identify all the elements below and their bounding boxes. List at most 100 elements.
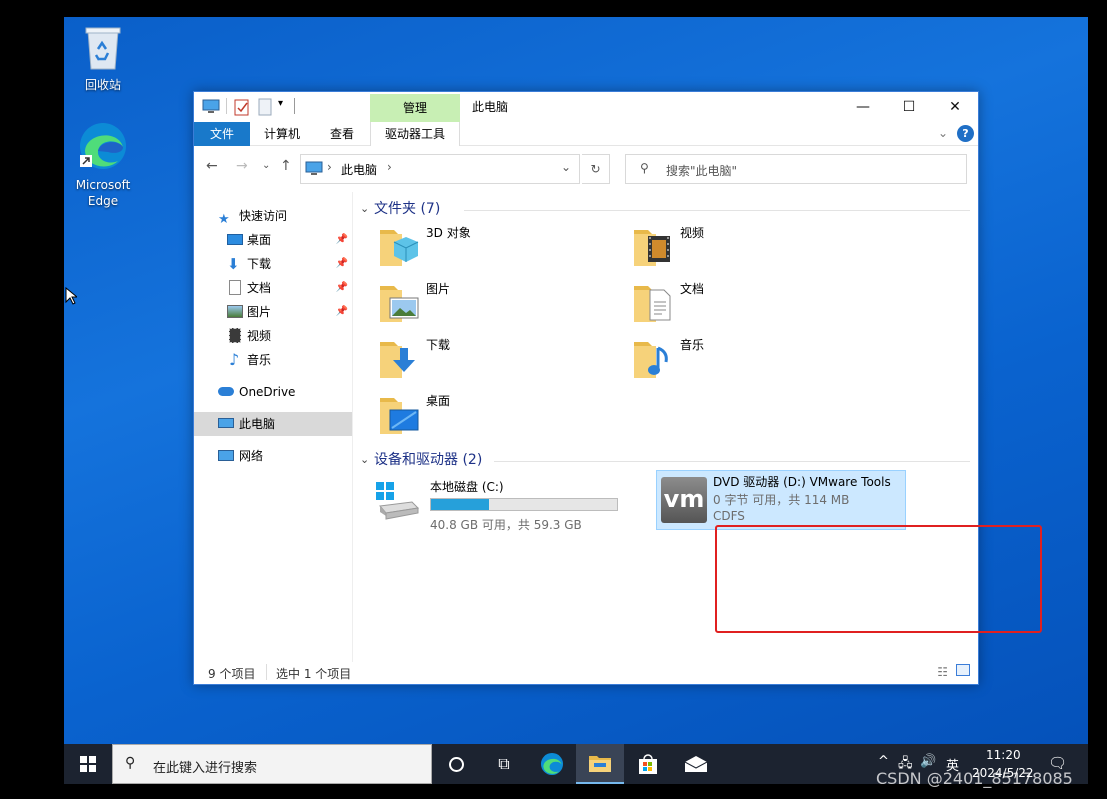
tab-file[interactable]: 文件 <box>194 122 250 146</box>
drive-c[interactable]: 本地磁盘 (C:) 40.8 GB 可用，共 59.3 GB <box>374 478 624 538</box>
store-icon <box>639 754 657 774</box>
taskbar-edge[interactable] <box>528 744 576 784</box>
cortana-circle-icon <box>448 756 464 772</box>
tray-expand-icon[interactable]: ^ <box>878 754 889 769</box>
minimize-button[interactable]: — <box>840 92 886 122</box>
pictures-icon <box>227 305 243 318</box>
tab-view[interactable]: 查看 <box>318 122 366 146</box>
nav-quick-access[interactable]: ★ 快速访问 <box>194 204 352 228</box>
taskbar-search-box[interactable]: ⚲ 在此键入进行搜索 <box>112 744 432 784</box>
close-button[interactable]: ✕ <box>932 92 978 122</box>
task-view-button[interactable]: ⧉ <box>480 744 528 784</box>
nav-item-desktop[interactable]: 桌面 📌 <box>194 228 352 252</box>
tiles-view-icon[interactable] <box>956 664 970 676</box>
pane-divider[interactable] <box>352 192 353 662</box>
selected-count: 选中 1 个项目 <box>276 667 352 681</box>
volume-icon[interactable]: 🔊 <box>920 754 936 769</box>
search-icon: ⚲ <box>125 755 136 771</box>
folder-music-icon <box>634 334 676 380</box>
nav-item-music[interactable]: ♪ 音乐 <box>194 348 352 372</box>
breadcrumb-chevron-icon[interactable]: › <box>327 160 332 174</box>
drive-d[interactable]: vm DVD 驱动器 (D:) VMware Tools 0 字节 可用，共 1… <box>656 470 906 530</box>
cloud-icon <box>218 387 234 396</box>
desktop: 回收站 Microsoft Edge ▾ 管理 此电脑 — ☐ ✕ 文件 计算机… <box>64 17 1088 784</box>
nav-network[interactable]: 网络 <box>194 444 352 468</box>
vmware-icon: vm <box>661 477 707 523</box>
folder-music[interactable]: 音乐 <box>634 334 874 384</box>
tab-drive-tools[interactable]: 驱动器工具 <box>370 122 460 146</box>
taskbar-store[interactable] <box>624 744 672 784</box>
maximize-button[interactable]: ☐ <box>886 92 932 122</box>
search-placeholder: 搜索"此电脑" <box>666 164 738 178</box>
folders-group-header[interactable]: 文件夹 (7) <box>374 199 440 219</box>
start-button[interactable] <box>64 744 112 784</box>
pin-icon: 📌 <box>335 258 348 269</box>
drive-d-name: DVD 驱动器 (D:) VMware Tools <box>713 475 891 489</box>
address-bar[interactable]: › 此电脑 › ⌄ <box>300 154 580 184</box>
watermark: CSDN @2401_85178085 <box>876 769 1073 788</box>
address-dropdown-icon[interactable]: ⌄ <box>561 160 571 174</box>
download-arrow-icon: ⬇ <box>227 255 240 273</box>
refresh-button[interactable]: ↻ <box>582 154 610 184</box>
manage-tab[interactable]: 管理 <box>370 94 460 122</box>
folder-label: 桌面 <box>426 394 451 408</box>
nav-item-documents[interactable]: 文档 📌 <box>194 276 352 300</box>
drives-group-header[interactable]: 设备和驱动器 (2) <box>374 450 482 470</box>
title-bar[interactable]: ▾ 管理 此电脑 — ☐ ✕ <box>194 92 978 122</box>
nav-quick-access-label: 快速访问 <box>239 209 288 223</box>
up-arrow-icon[interactable]: ↑ <box>280 158 292 174</box>
document-icon <box>229 280 241 295</box>
folder-label: 图片 <box>426 282 451 296</box>
folder-3d-icon <box>380 222 422 268</box>
folder-downloads-icon <box>380 334 422 380</box>
windows-logo-icon <box>80 756 96 772</box>
nav-item-label: 下载 <box>247 257 272 271</box>
search-input[interactable]: ⚲ 搜索"此电脑" <box>625 154 967 184</box>
qat-customize-icon[interactable]: ▾ <box>278 98 283 109</box>
recent-locations-icon[interactable]: ⌄ <box>262 160 270 171</box>
clock-time[interactable]: 11:20 <box>986 748 1021 762</box>
qat-divider <box>226 98 227 114</box>
folder-3d-objects[interactable]: 3D 对象 <box>380 222 620 272</box>
folder-downloads[interactable]: 下载 <box>380 334 620 384</box>
breadcrumb-chevron-icon-2[interactable]: › <box>387 160 392 174</box>
cortana-button[interactable] <box>432 744 480 784</box>
collapse-chevron-icon-2[interactable]: ⌄ <box>360 453 369 466</box>
this-pc-nav-icon <box>218 418 234 428</box>
nav-item-label: 图片 <box>247 305 272 319</box>
taskbar-mail[interactable] <box>672 744 720 784</box>
tab-computer[interactable]: 计算机 <box>254 122 310 146</box>
desktop-icon-edge[interactable]: Microsoft Edge <box>64 121 142 209</box>
desktop-icon-recycle-bin[interactable]: 回收站 <box>64 25 142 93</box>
nav-onedrive-label: OneDrive <box>239 385 296 399</box>
taskbar-file-explorer[interactable] <box>576 744 624 784</box>
qat-divider-2 <box>294 98 295 114</box>
details-view-icon[interactable]: ☷ <box>937 665 948 679</box>
help-icon[interactable]: ? <box>957 125 974 142</box>
folder-documents[interactable]: 文档 <box>634 278 874 328</box>
collapse-chevron-icon[interactable]: ⌄ <box>360 202 369 215</box>
nav-item-downloads[interactable]: ⬇ 下载 📌 <box>194 252 352 276</box>
new-folder-icon[interactable] <box>258 98 272 119</box>
nav-this-pc[interactable]: 此电脑 <box>194 412 352 436</box>
nav-onedrive[interactable]: OneDrive <box>194 380 352 404</box>
nav-item-videos[interactable]: 视频 <box>194 324 352 348</box>
breadcrumb-this-pc[interactable]: 此电脑 <box>341 161 377 178</box>
nav-item-pictures[interactable]: 图片 📌 <box>194 300 352 324</box>
pin-icon: 📌 <box>335 234 348 245</box>
folder-pictures[interactable]: 图片 <box>380 278 620 328</box>
folder-desktop[interactable]: 桌面 <box>380 390 620 440</box>
address-row: ← → ⌄ ↑ › 此电脑 › ⌄ ↻ ⚲ 搜索"此电脑" <box>194 146 978 188</box>
status-bar: 9 个项目 选中 1 个项目 ☷ <box>194 662 978 684</box>
properties-icon[interactable] <box>234 98 250 119</box>
folder-video-icon <box>634 222 676 268</box>
drive-d-detail: 0 字节 可用，共 114 MB <box>713 493 850 507</box>
back-arrow-icon[interactable]: ← <box>206 158 218 174</box>
taskbar-search-placeholder: 在此键入进行搜索 <box>153 761 258 776</box>
forward-arrow-icon[interactable]: → <box>236 158 248 174</box>
folder-videos[interactable]: 视频 <box>634 222 874 272</box>
task-view-icon: ⧉ <box>498 754 510 773</box>
ribbon-expand-icon[interactable]: ⌄ <box>938 126 948 140</box>
ribbon-tabs: 文件 计算机 查看 驱动器工具 ⌄ ? <box>194 122 978 146</box>
nav-item-label: 文档 <box>247 281 272 295</box>
